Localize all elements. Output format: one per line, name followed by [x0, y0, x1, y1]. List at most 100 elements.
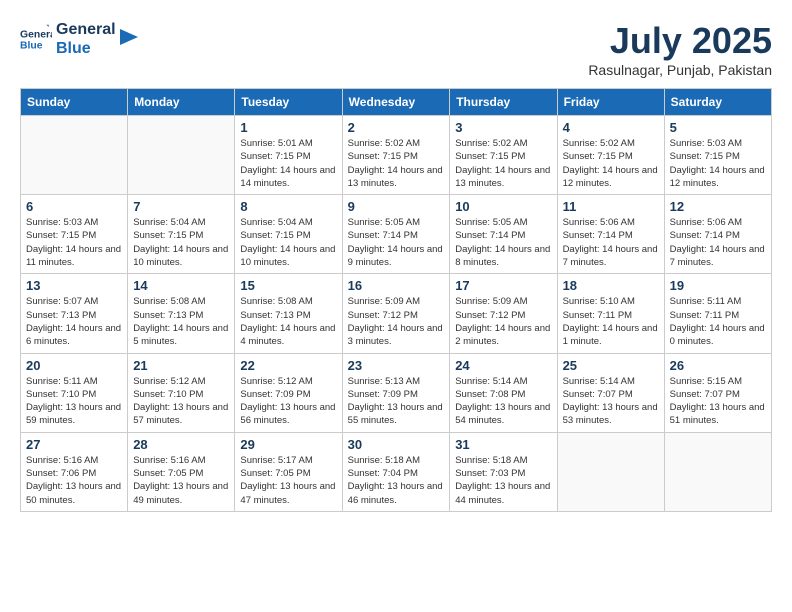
day-number: 1 [240, 120, 336, 135]
day-number: 18 [563, 278, 659, 293]
calendar-day-cell: 6 Sunrise: 5:03 AMSunset: 7:15 PMDaylight… [21, 195, 128, 274]
day-number: 24 [455, 358, 551, 373]
calendar-day-cell: 22 Sunrise: 5:12 AMSunset: 7:09 PMDayligh… [235, 353, 342, 432]
day-number: 4 [563, 120, 659, 135]
calendar-day-cell: 13 Sunrise: 5:07 AMSunset: 7:13 PMDayligh… [21, 274, 128, 353]
day-number: 29 [240, 437, 336, 452]
day-info: Sunrise: 5:12 AMSunset: 7:10 PMDaylight:… [133, 375, 229, 428]
day-number: 12 [670, 199, 766, 214]
day-info: Sunrise: 5:13 AMSunset: 7:09 PMDaylight:… [348, 375, 445, 428]
day-number: 22 [240, 358, 336, 373]
calendar-day-cell: 9 Sunrise: 5:05 AMSunset: 7:14 PMDaylight… [342, 195, 450, 274]
calendar-day-cell: 26 Sunrise: 5:15 AMSunset: 7:07 PMDayligh… [664, 353, 771, 432]
day-number: 13 [26, 278, 122, 293]
day-info: Sunrise: 5:16 AMSunset: 7:06 PMDaylight:… [26, 454, 122, 507]
calendar-day-cell: 24 Sunrise: 5:14 AMSunset: 7:08 PMDayligh… [450, 353, 557, 432]
day-info: Sunrise: 5:14 AMSunset: 7:08 PMDaylight:… [455, 375, 551, 428]
day-info: Sunrise: 5:05 AMSunset: 7:14 PMDaylight:… [348, 216, 445, 269]
month-title: July 2025 [588, 20, 772, 62]
weekday-header: Thursday [450, 89, 557, 116]
day-info: Sunrise: 5:01 AMSunset: 7:15 PMDaylight:… [240, 137, 336, 190]
calendar-day-cell: 4Sunrise: 5:02 AMSunset: 7:15 PMDaylight… [557, 116, 664, 195]
day-info: Sunrise: 5:17 AMSunset: 7:05 PMDaylight:… [240, 454, 336, 507]
day-number: 8 [240, 199, 336, 214]
day-info: Sunrise: 5:14 AMSunset: 7:07 PMDaylight:… [563, 375, 659, 428]
day-number: 3 [455, 120, 551, 135]
calendar-day-cell: 3Sunrise: 5:02 AMSunset: 7:15 PMDaylight… [450, 116, 557, 195]
day-info: Sunrise: 5:06 AMSunset: 7:14 PMDaylight:… [670, 216, 766, 269]
logo-general: General [56, 20, 116, 39]
calendar-day-cell: 15 Sunrise: 5:08 AMSunset: 7:13 PMDayligh… [235, 274, 342, 353]
day-info: Sunrise: 5:09 AMSunset: 7:12 PMDaylight:… [348, 295, 445, 348]
weekday-header: Tuesday [235, 89, 342, 116]
day-number: 15 [240, 278, 336, 293]
calendar-day-cell: 8Sunrise: 5:04 AMSunset: 7:15 PMDaylight… [235, 195, 342, 274]
day-number: 14 [133, 278, 229, 293]
day-number: 9 [348, 199, 445, 214]
day-info: Sunrise: 5:18 AMSunset: 7:03 PMDaylight:… [455, 454, 551, 507]
day-info: Sunrise: 5:05 AMSunset: 7:14 PMDaylight:… [455, 216, 551, 269]
day-number: 23 [348, 358, 445, 373]
day-info: Sunrise: 5:08 AMSunset: 7:13 PMDaylight:… [240, 295, 336, 348]
calendar-day-cell: 5Sunrise: 5:03 AMSunset: 7:15 PMDaylight… [664, 116, 771, 195]
day-info: Sunrise: 5:12 AMSunset: 7:09 PMDaylight:… [240, 375, 336, 428]
calendar-day-cell [128, 116, 235, 195]
day-info: Sunrise: 5:15 AMSunset: 7:07 PMDaylight:… [670, 375, 766, 428]
day-info: Sunrise: 5:03 AMSunset: 7:15 PMDaylight:… [670, 137, 766, 190]
calendar-day-cell: 20 Sunrise: 5:11 AMSunset: 7:10 PMDayligh… [21, 353, 128, 432]
title-block: July 2025 Rasulnagar, Punjab, Pakistan [588, 20, 772, 78]
calendar-day-cell: 14 Sunrise: 5:08 AMSunset: 7:13 PMDayligh… [128, 274, 235, 353]
logo-flag-icon [120, 29, 138, 49]
day-number: 28 [133, 437, 229, 452]
calendar-day-cell: 17Sunrise: 5:09 AMSunset: 7:12 PMDayligh… [450, 274, 557, 353]
calendar-week-row: 1 Sunrise: 5:01 AMSunset: 7:15 PMDaylight… [21, 116, 772, 195]
logo-icon: General Blue [20, 23, 52, 55]
day-info: Sunrise: 5:08 AMSunset: 7:13 PMDaylight:… [133, 295, 229, 348]
calendar-week-row: 6 Sunrise: 5:03 AMSunset: 7:15 PMDaylight… [21, 195, 772, 274]
day-number: 6 [26, 199, 122, 214]
day-number: 30 [348, 437, 445, 452]
calendar-day-cell: 1 Sunrise: 5:01 AMSunset: 7:15 PMDaylight… [235, 116, 342, 195]
day-info: Sunrise: 5:11 AMSunset: 7:10 PMDaylight:… [26, 375, 122, 428]
day-number: 20 [26, 358, 122, 373]
page-header: General Blue General Blue July 2025 Rasu… [20, 20, 772, 78]
weekday-header: Monday [128, 89, 235, 116]
day-number: 11 [563, 199, 659, 214]
calendar-day-cell: 10 Sunrise: 5:05 AMSunset: 7:14 PMDayligh… [450, 195, 557, 274]
svg-text:Blue: Blue [20, 41, 43, 52]
day-number: 10 [455, 199, 551, 214]
calendar-day-cell: 27 Sunrise: 5:16 AMSunset: 7:06 PMDayligh… [21, 432, 128, 511]
calendar-day-cell [21, 116, 128, 195]
calendar-day-cell [557, 432, 664, 511]
day-number: 27 [26, 437, 122, 452]
day-info: Sunrise: 5:04 AMSunset: 7:15 PMDaylight:… [133, 216, 229, 269]
day-number: 21 [133, 358, 229, 373]
day-info: Sunrise: 5:11 AMSunset: 7:11 PMDaylight:… [670, 295, 766, 348]
calendar-week-row: 13 Sunrise: 5:07 AMSunset: 7:13 PMDayligh… [21, 274, 772, 353]
day-info: Sunrise: 5:16 AMSunset: 7:05 PMDaylight:… [133, 454, 229, 507]
calendar-day-cell: 18Sunrise: 5:10 AMSunset: 7:11 PMDayligh… [557, 274, 664, 353]
day-number: 2 [348, 120, 445, 135]
weekday-header: Wednesday [342, 89, 450, 116]
day-number: 26 [670, 358, 766, 373]
calendar-table: SundayMondayTuesdayWednesdayThursdayFrid… [20, 88, 772, 512]
svg-text:General: General [20, 30, 52, 41]
day-info: Sunrise: 5:03 AMSunset: 7:15 PMDaylight:… [26, 216, 122, 269]
calendar-day-cell: 30 Sunrise: 5:18 AMSunset: 7:04 PMDayligh… [342, 432, 450, 511]
day-number: 19 [670, 278, 766, 293]
day-info: Sunrise: 5:18 AMSunset: 7:04 PMDaylight:… [348, 454, 445, 507]
calendar-day-cell: 28 Sunrise: 5:16 AMSunset: 7:05 PMDayligh… [128, 432, 235, 511]
calendar-day-cell: 23 Sunrise: 5:13 AMSunset: 7:09 PMDayligh… [342, 353, 450, 432]
calendar-day-cell: 11 Sunrise: 5:06 AMSunset: 7:14 PMDayligh… [557, 195, 664, 274]
calendar-day-cell: 7Sunrise: 5:04 AMSunset: 7:15 PMDaylight… [128, 195, 235, 274]
calendar-day-cell: 2Sunrise: 5:02 AMSunset: 7:15 PMDaylight… [342, 116, 450, 195]
logo-blue: Blue [56, 39, 116, 58]
weekday-header: Friday [557, 89, 664, 116]
day-number: 31 [455, 437, 551, 452]
day-number: 25 [563, 358, 659, 373]
calendar-day-cell: 12 Sunrise: 5:06 AMSunset: 7:14 PMDayligh… [664, 195, 771, 274]
day-info: Sunrise: 5:07 AMSunset: 7:13 PMDaylight:… [26, 295, 122, 348]
calendar-day-cell: 29 Sunrise: 5:17 AMSunset: 7:05 PMDayligh… [235, 432, 342, 511]
day-info: Sunrise: 5:06 AMSunset: 7:14 PMDaylight:… [563, 216, 659, 269]
weekday-header: Sunday [21, 89, 128, 116]
